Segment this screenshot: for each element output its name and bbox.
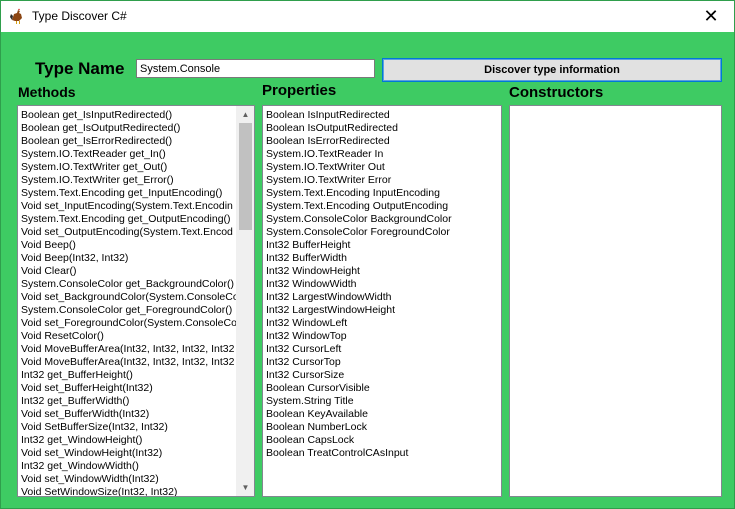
list-item[interactable]: Void set_WindowWidth(Int32): [21, 473, 236, 486]
list-item[interactable]: Void ResetColor(): [21, 330, 236, 343]
list-item[interactable]: System.ConsoleColor BackgroundColor: [266, 213, 501, 226]
list-item[interactable]: System.Text.Encoding OutputEncoding: [266, 200, 501, 213]
list-item[interactable]: Int32 BufferWidth: [266, 252, 501, 265]
close-button[interactable]: ✕: [688, 1, 734, 32]
list-item[interactable]: Boolean CapsLock: [266, 434, 501, 447]
list-item[interactable]: Boolean get_IsInputRedirected(): [21, 109, 236, 122]
list-item[interactable]: Void set_ForegroundColor(System.ConsoleC…: [21, 317, 236, 330]
properties-label: Properties: [262, 82, 337, 99]
list-item[interactable]: System.Text.Encoding InputEncoding: [266, 187, 501, 200]
list-item[interactable]: Boolean NumberLock: [266, 421, 501, 434]
list-item[interactable]: System.IO.TextWriter get_Error(): [21, 174, 236, 187]
list-item[interactable]: Int32 LargestWindowHeight: [266, 304, 501, 317]
constructors-listbox[interactable]: [509, 105, 722, 497]
list-item[interactable]: Void SetWindowSize(Int32, Int32): [21, 486, 236, 496]
list-item[interactable]: Int32 WindowWidth: [266, 278, 501, 291]
type-name-input[interactable]: [136, 59, 375, 78]
list-item[interactable]: Int32 WindowHeight: [266, 265, 501, 278]
properties-items: Boolean IsInputRedirected Boolean IsOutpu…: [266, 109, 501, 460]
list-item[interactable]: Boolean IsErrorRedirected: [266, 135, 501, 148]
list-item[interactable]: Int32 LargestWindowWidth: [266, 291, 501, 304]
rooster-icon: [10, 8, 22, 24]
list-item[interactable]: System.Text.Encoding get_InputEncoding(): [21, 187, 236, 200]
list-item[interactable]: Boolean CursorVisible: [266, 382, 501, 395]
list-item[interactable]: Void SetBufferSize(Int32, Int32): [21, 421, 236, 434]
list-item[interactable]: Void set_OutputEncoding(System.Text.Enco…: [21, 226, 236, 239]
list-item[interactable]: Boolean get_IsErrorRedirected(): [21, 135, 236, 148]
list-item[interactable]: System.ConsoleColor get_BackgroundColor(…: [21, 278, 236, 291]
list-item[interactable]: System.ConsoleColor get_ForegroundColor(…: [21, 304, 236, 317]
type-name-label: Type Name: [35, 59, 125, 78]
list-item[interactable]: Int32 get_BufferHeight(): [21, 369, 236, 382]
list-item[interactable]: System.IO.TextWriter Out: [266, 161, 501, 174]
scroll-thumb[interactable]: [239, 123, 252, 230]
list-item[interactable]: System.IO.TextWriter Error: [266, 174, 501, 187]
list-item[interactable]: Int32 CursorLeft: [266, 343, 501, 356]
list-item[interactable]: System.IO.TextReader get_In(): [21, 148, 236, 161]
main-window: Type Discover C# ✕ Type Name Discover ty…: [0, 0, 735, 509]
list-item[interactable]: Int32 CursorSize: [266, 369, 501, 382]
scroll-up-arrow-icon[interactable]: ▲: [237, 106, 254, 123]
close-icon: ✕: [703, 6, 719, 26]
list-item[interactable]: System.ConsoleColor ForegroundColor: [266, 226, 501, 239]
scroll-down-arrow-icon[interactable]: ▼: [237, 479, 254, 496]
list-item[interactable]: Int32 CursorTop: [266, 356, 501, 369]
list-item[interactable]: Boolean TreatControlCAsInput: [266, 447, 501, 460]
list-item[interactable]: Void set_WindowHeight(Int32): [21, 447, 236, 460]
list-item[interactable]: Int32 get_BufferWidth(): [21, 395, 236, 408]
properties-listbox[interactable]: Boolean IsInputRedirected Boolean IsOutpu…: [262, 105, 502, 497]
methods-items: Boolean get_IsInputRedirected() Boolean g…: [21, 109, 236, 496]
list-item[interactable]: Void Beep(): [21, 239, 236, 252]
list-item[interactable]: Void set_InputEncoding(System.Text.Encod…: [21, 200, 236, 213]
list-item[interactable]: Void Beep(Int32, Int32): [21, 252, 236, 265]
methods-listbox[interactable]: Boolean get_IsInputRedirected() Boolean g…: [17, 105, 255, 497]
list-item[interactable]: Int32 WindowLeft: [266, 317, 501, 330]
constructors-label: Constructors: [509, 84, 604, 101]
list-item[interactable]: Boolean IsInputRedirected: [266, 109, 501, 122]
list-item[interactable]: Void set_BackgroundColor(System.ConsoleC…: [21, 291, 236, 304]
list-item[interactable]: System.Text.Encoding get_OutputEncoding(…: [21, 213, 236, 226]
list-item[interactable]: Void MoveBufferArea(Int32, Int32, Int32,…: [21, 343, 236, 356]
list-item[interactable]: Boolean get_IsOutputRedirected(): [21, 122, 236, 135]
list-item[interactable]: Int32 BufferHeight: [266, 239, 501, 252]
list-item[interactable]: Void Clear(): [21, 265, 236, 278]
methods-label: Methods: [18, 84, 76, 100]
list-item[interactable]: System.IO.TextReader In: [266, 148, 501, 161]
list-item[interactable]: Boolean IsOutputRedirected: [266, 122, 501, 135]
list-item[interactable]: Boolean KeyAvailable: [266, 408, 501, 421]
list-item[interactable]: System.String Title: [266, 395, 501, 408]
list-item[interactable]: Int32 WindowTop: [266, 330, 501, 343]
list-item[interactable]: Void set_BufferWidth(Int32): [21, 408, 236, 421]
list-item[interactable]: Int32 get_WindowHeight(): [21, 434, 236, 447]
discover-type-button[interactable]: Discover type information: [382, 58, 722, 82]
list-item[interactable]: System.IO.TextWriter get_Out(): [21, 161, 236, 174]
list-item[interactable]: Int32 get_WindowWidth(): [21, 460, 236, 473]
list-item[interactable]: Void set_BufferHeight(Int32): [21, 382, 236, 395]
methods-scrollbar[interactable]: ▲ ▼: [236, 106, 254, 496]
list-item[interactable]: Void MoveBufferArea(Int32, Int32, Int32,…: [21, 356, 236, 369]
title-bar[interactable]: Type Discover C# ✕: [1, 1, 734, 32]
window-title: Type Discover C#: [32, 9, 127, 23]
